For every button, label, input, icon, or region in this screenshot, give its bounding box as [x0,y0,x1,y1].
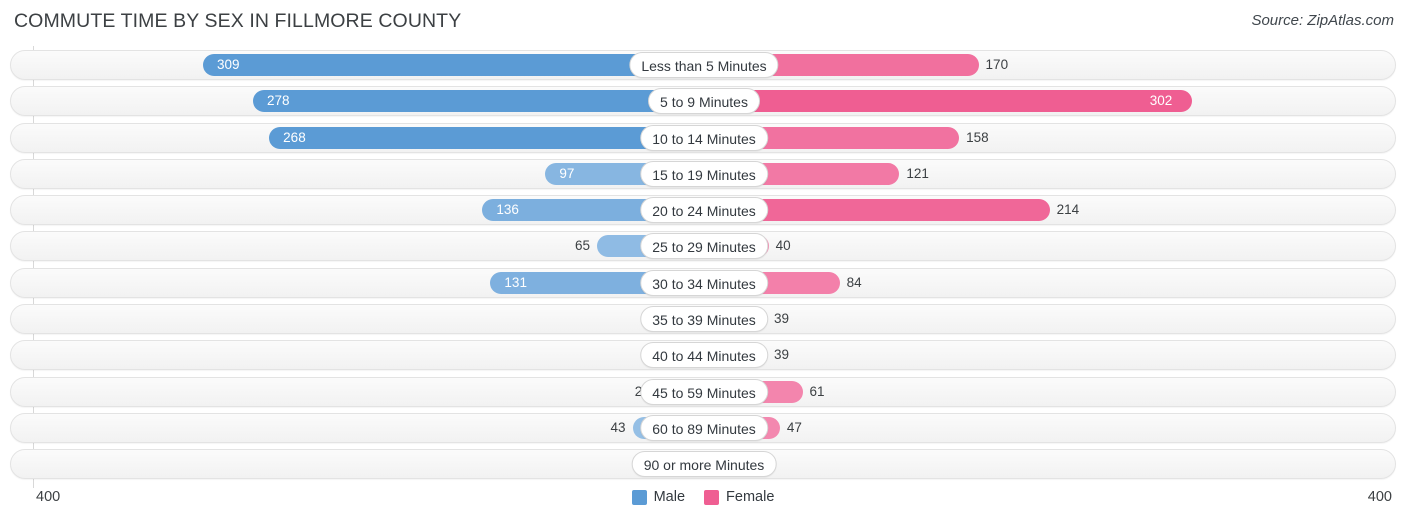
page-title: COMMUTE TIME BY SEX IN FILLMORE COUNTY [14,10,462,32]
bar-rows-container: 309 170 Less than 5 Minutes 278 302 5 to 9 Mi… [10,50,1396,486]
chart-root: COMMUTE TIME BY SEX IN FILLMORE COUNTY S… [0,0,1406,523]
table-row[interactable]: 309 170 Less than 5 Minutes [10,50,1396,80]
bar-value-male: 43 [610,419,626,435]
table-row[interactable]: 286145 to 59 Minutes [10,376,1396,407]
legend-item-male[interactable]: Male [631,489,686,505]
legend-item-female[interactable]: Female [704,489,774,505]
bar-value-female: 170 [985,57,1009,72]
bar-male[interactable] [269,126,702,149]
bar-value-male: 268 [283,129,306,145]
bar-female[interactable] [704,90,1192,113]
table-row[interactable]: 97 121 15 to 19 Minutes [10,158,1396,189]
category-label: 10 to 14 Minutes [640,124,768,151]
table-row[interactable]: 65 40 25 to 29 Minutes [10,231,1396,262]
category-label: 15 to 19 Minutes [640,160,768,187]
bar-value-female: 302 [1149,93,1173,109]
legend-label: Male [653,489,686,505]
bar-value-female: 39 [773,311,790,327]
category-label: 60 to 89 Minutes [640,414,768,441]
bar-value-male: 309 [216,57,240,72]
category-label: 25 to 29 Minutes [640,233,768,260]
chart-header: COMMUTE TIME BY SEX IN FILLMORE COUNTY S… [0,0,1406,46]
bar-value-female: 84 [846,274,862,290]
bar-male[interactable] [253,90,702,113]
category-label: 45 to 59 Minutes [640,378,768,405]
table-row[interactable]: 278 302 5 to 9 Minutes [10,86,1396,117]
table-row[interactable]: 15590 or more Minutes [10,449,1396,480]
bar-value-male: 65 [575,238,591,254]
table-row[interactable]: 43 47 60 to 89 Minutes [10,412,1396,443]
chart-plot-area: 309 170 Less than 5 Minutes 278 302 5 to 9 Mi… [0,46,1406,488]
source-attribution: Source: ZipAtlas.com [1251,12,1394,29]
table-row[interactable]: 136 214 20 to 24 Minutes [10,195,1396,226]
bar-value-female: 158 [966,129,989,145]
bar-value-female: 121 [906,165,929,181]
legend-label: Female [726,489,775,505]
bar-value-male: 131 [504,274,527,290]
category-label: 35 to 39 Minutes [640,306,768,333]
bar-value-male: 97 [559,165,575,181]
category-label: 90 or more Minutes [631,451,777,478]
category-label: 20 to 24 Minutes [640,197,768,224]
bar-value-female: 40 [775,238,791,254]
category-label: 30 to 34 Minutes [640,269,768,296]
bar-value-female: 61 [809,383,825,399]
chart-legend: Male Female [0,489,1406,505]
bar-value-male: 136 [496,202,519,218]
bar-male[interactable] [202,54,702,76]
bar-value-female: 214 [1056,202,1080,218]
legend-swatch-icon [631,489,647,505]
table-row[interactable]: 131 84 30 to 34 Minutes [10,267,1396,298]
table-row[interactable]: 268 158 10 to 14 Minutes [10,122,1396,153]
category-label: 5 to 9 Minutes [648,88,760,115]
category-label: 40 to 44 Minutes [640,342,768,369]
legend-swatch-icon [704,489,720,505]
chart-footer: 400 400 Male Female [0,486,1406,523]
category-label: Less than 5 Minutes [629,52,779,78]
bar-value-female: 47 [786,419,802,435]
table-row[interactable]: 113940 to 44 Minutes [10,340,1396,371]
bar-value-female: 39 [773,347,790,363]
bar-value-male: 278 [267,93,290,109]
table-row[interactable]: 213935 to 39 Minutes [10,304,1396,335]
